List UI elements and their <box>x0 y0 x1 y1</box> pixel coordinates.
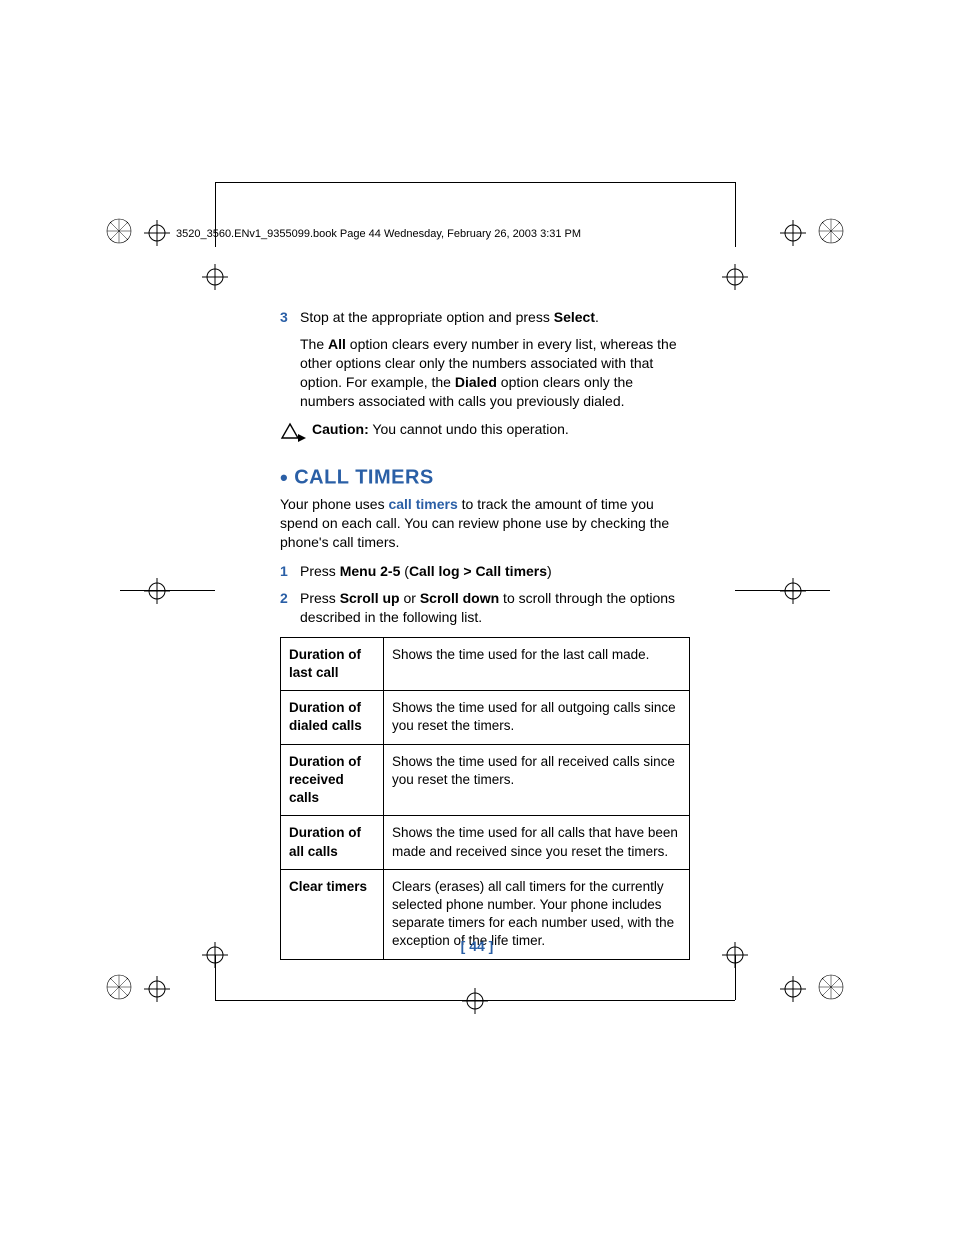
caution-row: Caution: You cannot undo this operation. <box>280 420 690 447</box>
intro-paragraph: Your phone uses call timers to track the… <box>280 495 690 552</box>
crop-line <box>735 182 736 247</box>
text-bold: Dialed <box>455 374 497 390</box>
caution-label: Caution: <box>312 421 369 437</box>
registration-target-icon <box>780 976 806 1002</box>
option-desc: Shows the time used for the last call ma… <box>384 637 690 690</box>
text: Your phone uses <box>280 496 388 512</box>
registration-target-icon <box>144 976 170 1002</box>
text-bold: All <box>328 336 346 352</box>
table-row: Duration of last call Shows the time use… <box>281 637 690 690</box>
step-number: 1 <box>280 562 300 581</box>
text: ) <box>547 563 552 579</box>
registration-rosette-icon <box>106 218 132 244</box>
text: Press <box>300 563 340 579</box>
text-bold: Select <box>554 309 595 325</box>
step-1: 1 Press Menu 2-5 (Call log > Call timers… <box>280 562 690 581</box>
table-row: Duration of dialed calls Shows the time … <box>281 691 690 744</box>
option-label: Duration of all calls <box>281 816 384 869</box>
option-desc: Shows the time used for all calls that h… <box>384 816 690 869</box>
registration-target-icon <box>780 220 806 246</box>
text-bold: Scroll up <box>340 590 400 606</box>
bullet-icon: • <box>280 465 288 490</box>
registration-target-icon <box>144 578 170 604</box>
registration-rosette-icon <box>106 974 132 1000</box>
section-title-text: CALL TIMERS <box>294 467 434 489</box>
text: . <box>595 309 599 325</box>
step-body: Stop at the appropriate option and press… <box>300 308 690 327</box>
text: The <box>300 336 328 352</box>
registration-target-icon <box>722 264 748 290</box>
step-body: Press Menu 2-5 (Call log > Call timers) <box>300 562 690 581</box>
registration-target-icon <box>202 264 228 290</box>
text: You cannot undo this operation. <box>369 421 569 437</box>
option-label: Duration of last call <box>281 637 384 690</box>
table-row: Duration of received calls Shows the tim… <box>281 744 690 816</box>
text-bold: Scroll down <box>420 590 499 606</box>
running-header: 3520_3560.ENv1_9355099.book Page 44 Wedn… <box>176 228 581 240</box>
link-text: call timers <box>388 496 457 512</box>
crop-line <box>215 182 735 183</box>
text: or <box>400 590 420 606</box>
caution-text: Caution: You cannot undo this operation. <box>312 420 569 439</box>
step-number: 3 <box>280 308 300 327</box>
text-bold: Call log > Call timers <box>409 563 547 579</box>
registration-target-icon <box>780 578 806 604</box>
options-table: Duration of last call Shows the time use… <box>280 637 690 960</box>
explanation-paragraph: The All option clears every number in ev… <box>300 335 690 411</box>
step-number: 2 <box>280 589 300 627</box>
caution-icon <box>280 420 312 447</box>
text-bold: Menu 2-5 <box>340 563 401 579</box>
registration-rosette-icon <box>818 218 844 244</box>
option-label: Duration of dialed calls <box>281 691 384 744</box>
text: ( <box>400 563 409 579</box>
registration-rosette-icon <box>818 974 844 1000</box>
registration-target-icon <box>462 988 488 1014</box>
page-content: 3 Stop at the appropriate option and pre… <box>280 308 690 960</box>
section-title: • CALL TIMERS <box>280 465 690 491</box>
step-body: Press Scroll up or Scroll down to scroll… <box>300 589 690 627</box>
page-number: [ 44 ] <box>0 938 954 954</box>
table-row: Duration of all calls Shows the time use… <box>281 816 690 869</box>
text: Stop at the appropriate option and press <box>300 309 554 325</box>
step-2: 2 Press Scroll up or Scroll down to scro… <box>280 589 690 627</box>
option-label: Duration of received calls <box>281 744 384 816</box>
text: Press <box>300 590 340 606</box>
option-desc: Shows the time used for all received cal… <box>384 744 690 816</box>
step-3: 3 Stop at the appropriate option and pre… <box>280 308 690 327</box>
option-desc: Shows the time used for all outgoing cal… <box>384 691 690 744</box>
registration-target-icon <box>144 220 170 246</box>
